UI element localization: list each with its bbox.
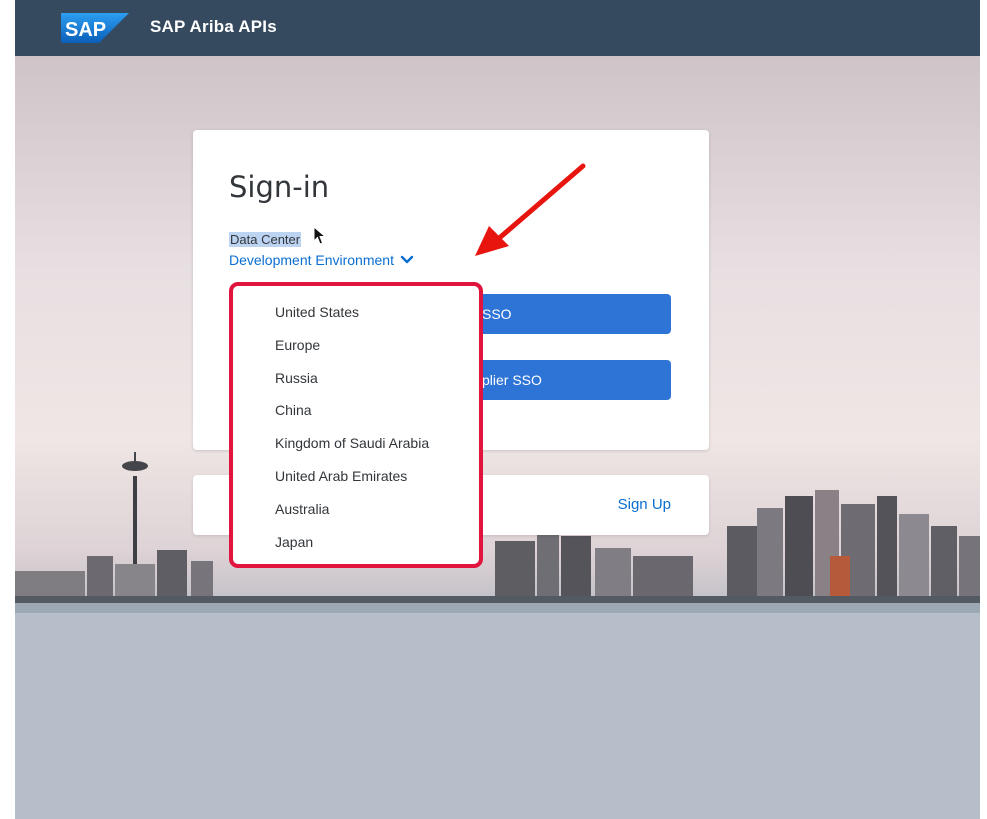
option-china[interactable]: China bbox=[233, 394, 479, 427]
option-saudi-arabia[interactable]: Kingdom of Saudi Arabia bbox=[233, 427, 479, 460]
screen-frame: SAP SAP Ariba APIs Sign-in Data Center D… bbox=[15, 0, 980, 819]
top-bar: SAP SAP Ariba APIs bbox=[15, 0, 980, 56]
data-center-dropdown: United States Europe Russia China Kingdo… bbox=[229, 282, 483, 568]
option-australia[interactable]: Australia bbox=[233, 493, 479, 526]
mouse-cursor-icon bbox=[313, 226, 327, 245]
page-title: Sign-in bbox=[229, 170, 330, 204]
option-united-states[interactable]: United States bbox=[233, 296, 479, 329]
sap-logo: SAP bbox=[61, 13, 129, 43]
app-title: SAP Ariba APIs bbox=[150, 17, 277, 36]
sso-button-label: SSO bbox=[482, 306, 512, 322]
data-center-options: United States Europe Russia China Kingdo… bbox=[233, 296, 479, 558]
supplier-sso-button-label: plier SSO bbox=[482, 372, 542, 388]
sap-logo-text: SAP bbox=[65, 19, 106, 41]
red-arrow-icon bbox=[475, 163, 586, 256]
sign-up-link[interactable]: Sign Up bbox=[618, 496, 671, 513]
option-uae[interactable]: United Arab Emirates bbox=[233, 460, 479, 493]
environment-selector[interactable]: Development Environment bbox=[229, 252, 414, 268]
environment-selector-value: Development Environment bbox=[229, 252, 394, 268]
data-center-label: Data Center bbox=[229, 232, 302, 247]
option-japan[interactable]: Japan bbox=[233, 526, 479, 559]
chevron-down-icon[interactable] bbox=[400, 255, 414, 265]
option-europe[interactable]: Europe bbox=[233, 329, 479, 362]
option-russia[interactable]: Russia bbox=[233, 362, 479, 395]
